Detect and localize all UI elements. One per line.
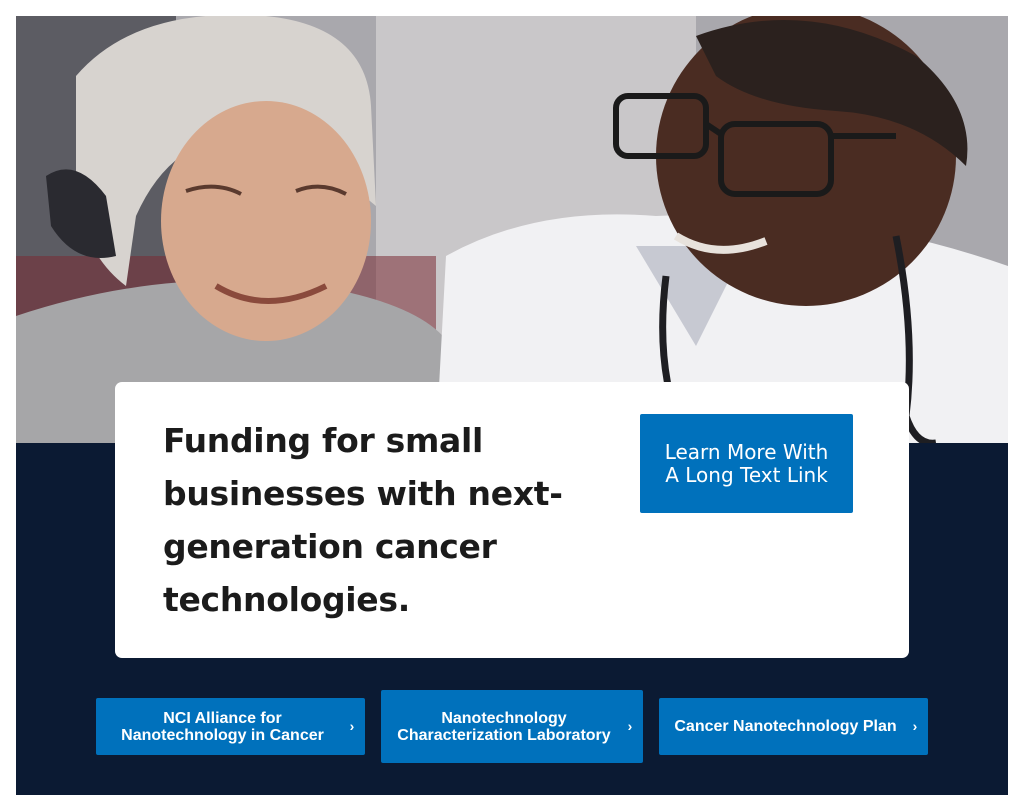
promo-card: Funding for small businesses with next-g… bbox=[115, 382, 909, 658]
hero-photo bbox=[16, 16, 1008, 443]
quick-link-label: NCI Alliance for Nanotechnology in Cance… bbox=[121, 709, 324, 744]
learn-more-button[interactable]: Learn More With A Long Text Link bbox=[640, 414, 853, 513]
quick-link-label: Nanotechnology Characterization Laborato… bbox=[397, 709, 611, 744]
quick-link-nanotechnology-plan[interactable]: Cancer Nanotechnology Plan › bbox=[659, 698, 928, 755]
quick-link-characterization-lab[interactable]: Nanotechnology Characterization Laborato… bbox=[381, 690, 643, 763]
chevron-right-icon: › bbox=[912, 718, 918, 734]
chevron-right-icon: › bbox=[627, 718, 633, 734]
hero-banner: Funding for small businesses with next-g… bbox=[16, 16, 1008, 795]
hero-photo-illustration bbox=[16, 16, 1008, 443]
quick-link-label: Cancer Nanotechnology Plan bbox=[674, 718, 897, 735]
promo-title: Funding for small businesses with next-g… bbox=[163, 421, 563, 619]
chevron-right-icon: › bbox=[349, 718, 355, 734]
quick-link-nci-alliance[interactable]: NCI Alliance for Nanotechnology in Cance… bbox=[96, 698, 365, 755]
